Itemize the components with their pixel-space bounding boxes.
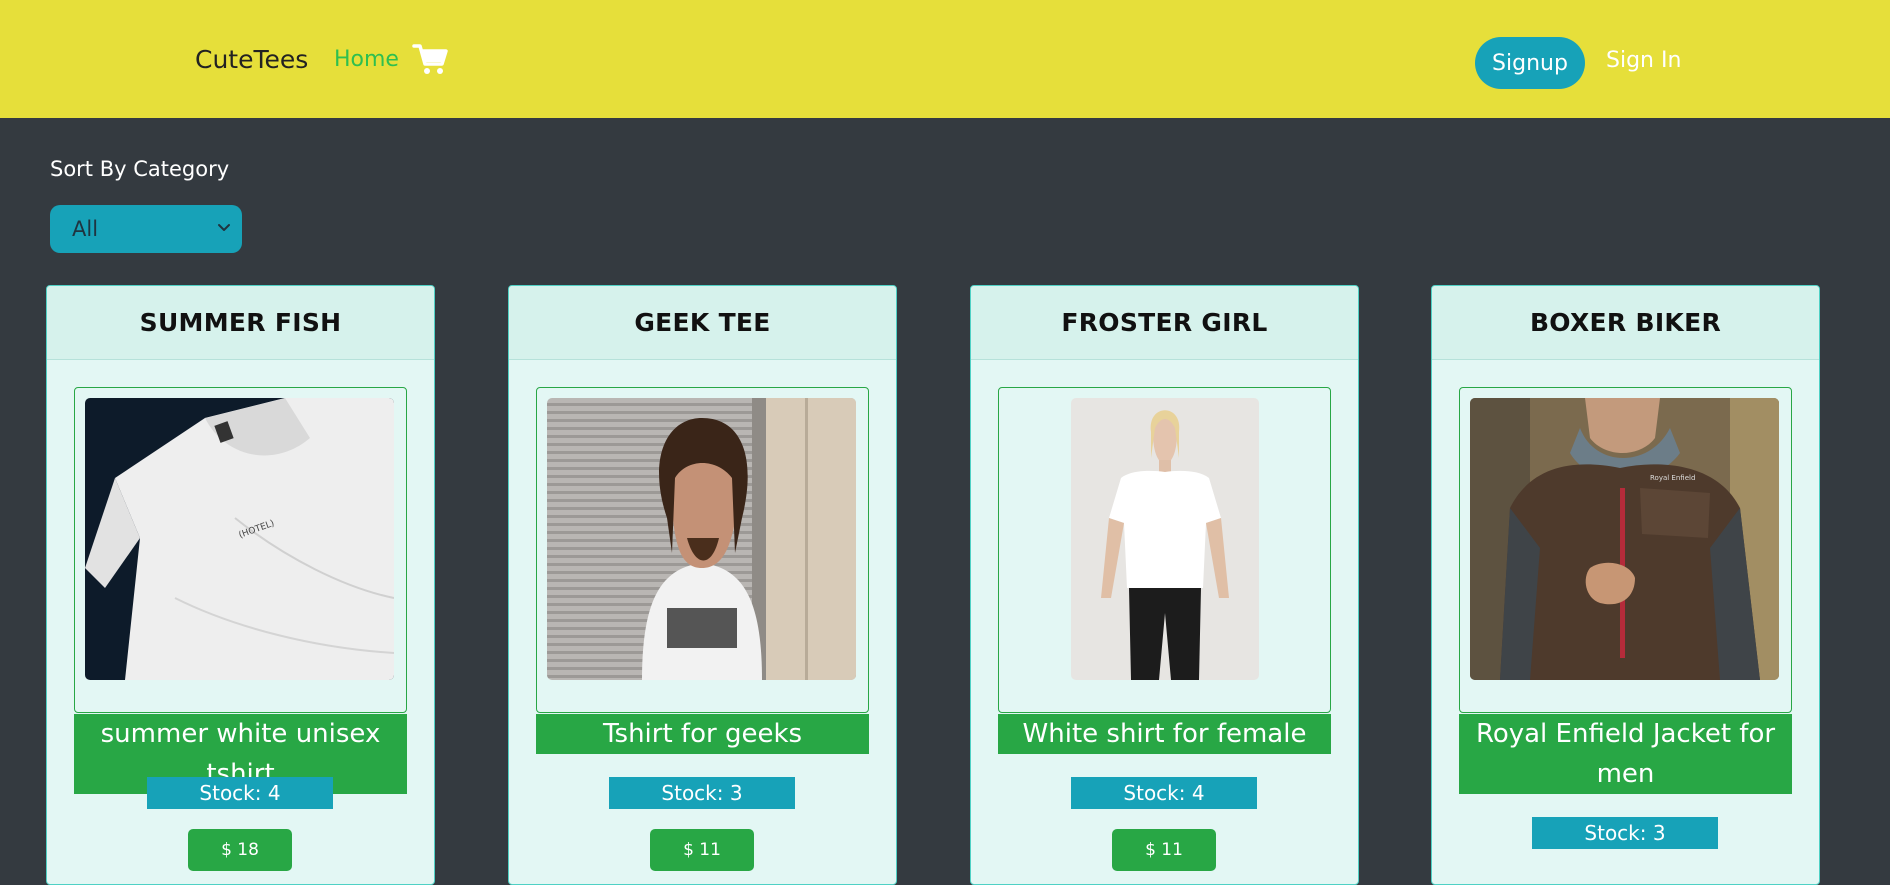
product-image-frame: [998, 387, 1331, 713]
navbar: CuteTees Home Signup Sign In: [0, 0, 1890, 118]
product-description: Tshirt for geeks: [536, 714, 869, 754]
product-title: BOXER BIKER: [1529, 308, 1722, 337]
stock-badge: Stock: 4: [1071, 777, 1257, 809]
price-button[interactable]: $ 11: [650, 829, 754, 871]
product-description: Royal Enfield Jacket for men: [1459, 714, 1792, 794]
product-image: Royal Enfield: [1470, 398, 1779, 680]
product-title: FROSTER GIRL: [1061, 308, 1268, 337]
card-header: SUMMER FISH: [47, 286, 434, 360]
product-image: [547, 398, 856, 680]
product-card: FROSTER GIRL White shirt for female Stoc…: [970, 285, 1359, 885]
card-header: FROSTER GIRL: [971, 286, 1358, 360]
chevron-down-icon: [218, 224, 230, 231]
stock-badge: Stock: 3: [609, 777, 795, 809]
sort-by-category-label: Sort By Category: [50, 157, 230, 181]
product-image-frame: (HOTEL): [74, 387, 407, 713]
nav-home-link[interactable]: Home: [334, 45, 399, 75]
product-image-frame: [536, 387, 869, 713]
price-button[interactable]: $ 11: [1112, 829, 1216, 871]
signup-button[interactable]: Signup: [1475, 37, 1585, 89]
product-card: GEEK TEE Tshirt for geeks Stock: 3 $ 11: [508, 285, 897, 885]
product-title: SUMMER FISH: [139, 308, 342, 337]
svg-text:Royal Enfield: Royal Enfield: [1650, 474, 1695, 482]
price-button[interactable]: $ 18: [188, 829, 292, 871]
product-title: GEEK TEE: [634, 308, 771, 337]
stock-badge: Stock: 4: [147, 777, 333, 809]
brand-logo[interactable]: CuteTees: [195, 42, 308, 78]
card-header: GEEK TEE: [509, 286, 896, 360]
product-card: BOXER BIKER Royal Enfield Royal Enfield …: [1431, 285, 1820, 885]
product-card: SUMMER FISH (HOTEL) summer white unisex …: [46, 285, 435, 885]
product-description: White shirt for female: [998, 714, 1331, 754]
product-image: (HOTEL): [85, 398, 394, 680]
stock-badge: Stock: 3: [1532, 817, 1718, 849]
card-header: BOXER BIKER: [1432, 286, 1819, 360]
category-select[interactable]: All: [50, 205, 242, 253]
product-image: [1071, 398, 1259, 680]
shopping-cart-icon[interactable]: [412, 42, 448, 76]
category-select-value: All: [72, 217, 99, 241]
product-image-frame: Royal Enfield: [1459, 387, 1792, 713]
signin-link[interactable]: Sign In: [1606, 46, 1681, 76]
